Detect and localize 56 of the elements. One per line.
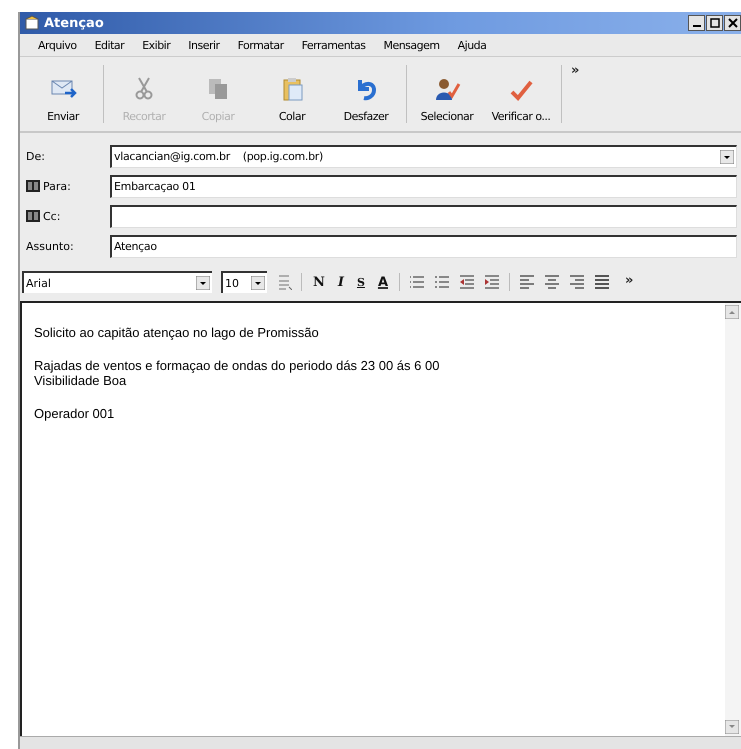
align-right-icon[interactable] <box>569 274 585 290</box>
bold-button[interactable]: N <box>311 274 327 290</box>
body-text: Rajadas de ventos e formaçao de ondas do periodo dás 23 00 ás 6 00 <box>34 358 440 373</box>
menu-item[interactable]: Arquivo <box>38 38 77 52</box>
scrollbar[interactable] <box>725 303 741 736</box>
align-center-icon[interactable] <box>544 274 560 290</box>
input-field[interactable]: Atençao <box>110 234 737 258</box>
align-left-icon[interactable] <box>519 274 535 290</box>
field-label: De: <box>26 150 45 162</box>
window-title: Atençao <box>44 16 105 30</box>
italic-button[interactable]: I <box>336 274 346 290</box>
toolbar-button[interactable]: Desfazer <box>329 59 403 129</box>
close-button[interactable] <box>724 15 741 31</box>
indent-icon[interactable] <box>484 274 500 290</box>
maximize-icon <box>710 18 720 28</box>
minimize-icon <box>692 25 700 27</box>
size-dropdown[interactable]: 10 <box>221 271 267 293</box>
toolbar-button[interactable]: Verificar o... <box>484 59 558 129</box>
toolbar-button[interactable]: Colar <box>255 59 329 129</box>
field-label: Para: <box>43 180 71 192</box>
close-icon <box>728 18 738 28</box>
dropdown-arrow-icon <box>720 150 734 164</box>
menu-item[interactable]: Mensagem <box>383 38 440 52</box>
scroll-down-icon <box>725 720 739 734</box>
input-field[interactable]: Embarcaçao 01 <box>110 174 737 198</box>
toolbar-button[interactable]: Selecionar <box>410 59 484 129</box>
more-button[interactable]: » <box>619 269 640 292</box>
toolbar-button[interactable]: Enviar <box>26 59 100 129</box>
menu-item[interactable]: Ferramentas <box>302 38 366 52</box>
menu-item[interactable]: Ajuda <box>458 38 486 52</box>
body-text: Operador 001 <box>34 406 116 421</box>
dropdown-arrow-icon <box>251 276 265 290</box>
input-field[interactable] <box>110 204 737 228</box>
maximize-button[interactable] <box>706 15 723 31</box>
message-body[interactable]: Solicito ao capitão atençao no lago de Promissão Rajadas de ventos e formaçao de ondas do periodo dás 23 00 ás 6 00 Visibilidade Boa Operador 001 <box>20 301 741 736</box>
menu-item[interactable]: Exibir <box>142 38 170 52</box>
menu-item[interactable]: Editar <box>94 38 124 52</box>
font-color-button[interactable]: A <box>376 274 390 290</box>
scroll-up-icon <box>725 305 739 319</box>
bullet-list-icon[interactable] <box>434 274 450 290</box>
dropdown-arrow-icon <box>196 276 210 290</box>
field-label: Cc: <box>43 210 60 222</box>
minimize-button[interactable] <box>688 15 705 31</box>
field-label: Assunto: <box>26 240 74 252</box>
menu-item[interactable]: Inserir <box>188 38 220 52</box>
sender-dropdown[interactable]: vlacancian@ig.com.br (pop.ig.com.br) <box>110 144 737 168</box>
person-check-icon <box>433 76 461 102</box>
justify-icon[interactable] <box>594 274 610 290</box>
more-button[interactable]: » <box>565 59 586 82</box>
body-text: Solicito ao capitão atençao no lago de Promissão <box>34 325 320 340</box>
menu-item[interactable]: Formatar <box>238 38 284 52</box>
body-text: Visibilidade Boa <box>34 373 128 388</box>
font-dropdown[interactable]: Arial <box>22 271 212 293</box>
outdent-icon[interactable] <box>459 274 475 290</box>
numbered-list-icon[interactable] <box>409 274 425 290</box>
underline-button[interactable]: S <box>354 276 367 288</box>
